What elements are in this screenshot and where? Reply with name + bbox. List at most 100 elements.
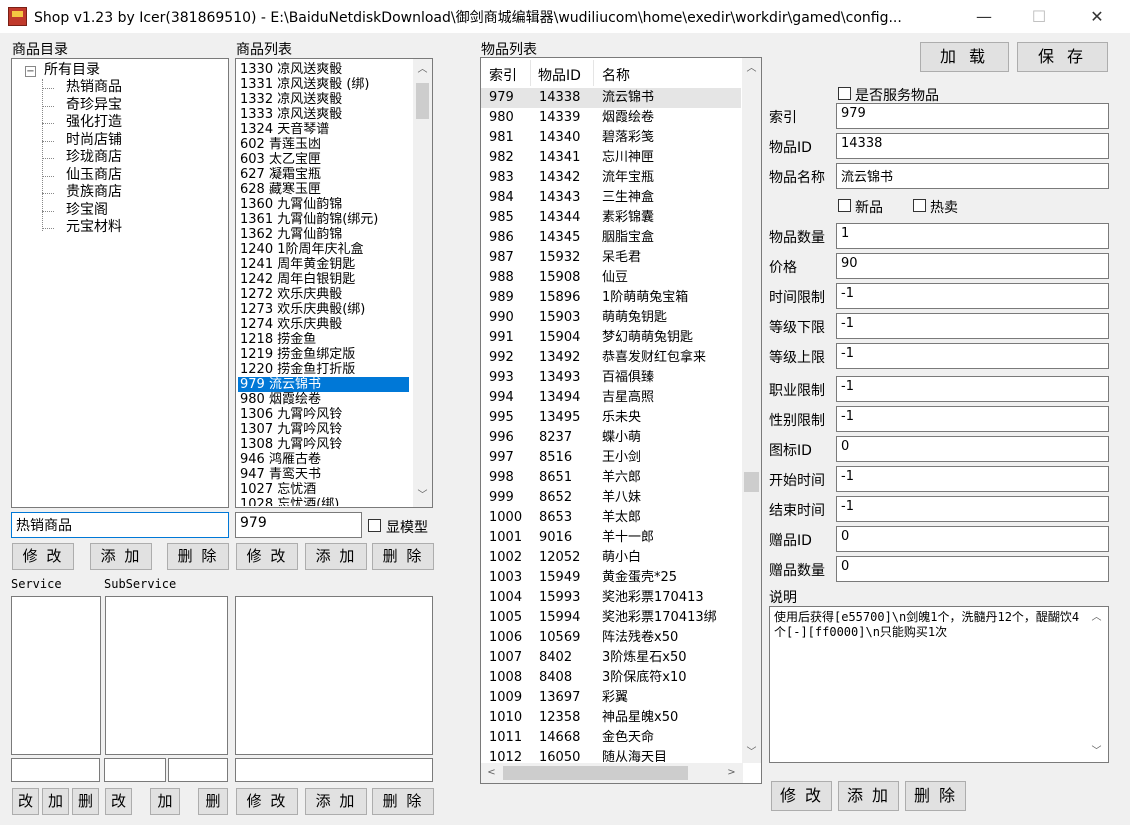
table-row[interactable]: 1008 8408 3阶保底符x10 — [481, 668, 741, 688]
subservice-edit-button[interactable]: 改 — [105, 788, 132, 815]
table-row[interactable]: 979 14338 流云锦书 — [481, 88, 741, 108]
product-list-item[interactable]: 947 青鸾天书 — [238, 467, 409, 482]
product-list-item[interactable]: 1274 欢乐庆典骰 — [238, 317, 409, 332]
table-row[interactable]: 984 14343 三生神盒 — [481, 188, 741, 208]
item-grid-vscroll[interactable]: ︿ ﹀ — [742, 58, 761, 763]
product-list-item[interactable]: 627 凝霜宝瓶 — [238, 167, 409, 182]
service-delete-button[interactable]: 删 — [72, 788, 99, 815]
product-list-item[interactable]: 1360 九霄仙韵锦 — [238, 197, 409, 212]
product-input[interactable]: 979 — [235, 512, 362, 538]
tree-item[interactable]: 时尚店铺 — [66, 132, 122, 149]
product-list-item[interactable]: 1242 周年白银钥匙 — [238, 272, 409, 287]
product-list-item[interactable]: 1308 九霄吟风铃 — [238, 437, 409, 452]
column-index[interactable]: 索引 — [489, 65, 517, 85]
table-row[interactable]: 1004 15993 奖池彩票170413 — [481, 588, 741, 608]
scroll-right-icon[interactable]: > — [723, 764, 740, 781]
product-list-item[interactable]: 1220 捞金鱼打折版 — [238, 362, 409, 377]
table-row[interactable]: 1007 8402 3阶炼星石x50 — [481, 648, 741, 668]
form-edit-button[interactable]: 修 改 — [771, 781, 832, 811]
table-row[interactable]: 1000 8653 羊太郎 — [481, 508, 741, 528]
product-list-item[interactable]: 628 藏寒玉匣 — [238, 182, 409, 197]
service-input[interactable] — [11, 758, 100, 782]
service-list[interactable] — [11, 596, 101, 755]
show-model-checkbox[interactable] — [368, 519, 381, 532]
item-id-field[interactable]: 14338 — [836, 133, 1109, 159]
column-item-id[interactable]: 物品ID — [538, 65, 581, 85]
table-row[interactable]: 1012 16050 随从海天目 — [481, 748, 741, 762]
tree-root[interactable]: 所有目录 — [44, 62, 100, 79]
product-list-item[interactable]: 979 流云锦书 — [238, 377, 409, 392]
table-row[interactable]: 991 15904 梦幻萌萌兔钥匙 — [481, 328, 741, 348]
collapse-toggle-icon[interactable]: − — [25, 66, 36, 77]
scroll-up-icon[interactable]: ︿ — [1088, 609, 1105, 626]
tree-item[interactable]: 珍宝阁 — [66, 202, 108, 219]
table-row[interactable]: 1001 9016 羊十一郎 — [481, 528, 741, 548]
service-edit-button[interactable]: 改 — [12, 788, 39, 815]
icon-id-field[interactable]: 0 — [836, 436, 1109, 462]
service-detail-input[interactable] — [235, 758, 433, 782]
product-list-item[interactable]: 1332 凉风送爽骰 — [238, 92, 409, 107]
tree-item[interactable]: 贵族商店 — [66, 184, 122, 201]
product-list-item[interactable]: 1331 凉风送爽骰 (绑) — [238, 77, 409, 92]
table-row[interactable]: 996 8237 蝶小萌 — [481, 428, 741, 448]
table-row[interactable]: 1011 14668 金色天命 — [481, 728, 741, 748]
table-row[interactable]: 986 14345 胭脂宝盒 — [481, 228, 741, 248]
subservice-input-1[interactable] — [104, 758, 166, 782]
table-row[interactable]: 988 15908 仙豆 — [481, 268, 741, 288]
table-row[interactable]: 1010 12358 神品星魄x50 — [481, 708, 741, 728]
tree-item[interactable]: 奇珍异宝 — [66, 97, 122, 114]
service-detail-add-button[interactable]: 添 加 — [305, 788, 367, 815]
table-row[interactable]: 990 15903 萌萌兔钥匙 — [481, 308, 741, 328]
product-list-item[interactable]: 1219 捞金鱼绑定版 — [238, 347, 409, 362]
table-row[interactable]: 985 14344 素彩锦囊 — [481, 208, 741, 228]
product-list-item[interactable]: 1240 1阶周年庆礼盒 — [238, 242, 409, 257]
product-list-item[interactable]: 1306 九霄吟风铃 — [238, 407, 409, 422]
product-list-item[interactable]: 1333 凉风送爽骰 — [238, 107, 409, 122]
product-list-item[interactable]: 1361 九霄仙韵锦(绑元) — [238, 212, 409, 227]
scroll-up-icon[interactable]: ︿ — [743, 60, 760, 77]
price-field[interactable]: 90 — [836, 253, 1109, 279]
table-row[interactable]: 1006 10569 阵法残卷x50 — [481, 628, 741, 648]
form-add-button[interactable]: 添 加 — [838, 781, 899, 811]
product-list-item[interactable]: 980 烟霞绘卷 — [238, 392, 409, 407]
product-list-item[interactable]: 1330 凉风送爽骰 — [238, 62, 409, 77]
product-list-item[interactable]: 602 青莲玉凼 — [238, 137, 409, 152]
table-row[interactable]: 995 13495 乐未央 — [481, 408, 741, 428]
product-list-item[interactable]: 603 太乙宝匣 — [238, 152, 409, 167]
catalog-tree[interactable]: − 所有目录 热销商品 奇珍异宝 强化打造 时尚店铺 珍珑商店 仙玉商店 贵族商店 珍宝阁 元宝… — [11, 58, 229, 508]
table-row[interactable]: 999 8652 羊八妹 — [481, 488, 741, 508]
index-field[interactable]: 979 — [836, 103, 1109, 129]
product-list-item[interactable]: 1241 周年黄金钥匙 — [238, 257, 409, 272]
product-add-button[interactable]: 添 加 — [305, 543, 367, 570]
product-list-scrollbar[interactable]: ︿ ﹀ — [413, 59, 432, 507]
tree-item[interactable]: 仙玉商店 — [66, 167, 122, 184]
service-detail-list[interactable] — [235, 596, 433, 755]
gift-qty-field[interactable]: 0 — [836, 556, 1109, 582]
service-item-checkbox[interactable] — [838, 87, 851, 100]
hscroll-thumb[interactable] — [503, 766, 688, 780]
maximize-button[interactable]: ☐ — [1010, 0, 1068, 33]
save-button[interactable]: 保 存 — [1017, 42, 1108, 72]
subservice-list[interactable] — [105, 596, 228, 755]
scroll-left-icon[interactable]: < — [483, 764, 500, 781]
product-list-item[interactable]: 946 鸿雁古卷 — [238, 452, 409, 467]
subservice-add-button[interactable]: 加 — [150, 788, 180, 815]
end-time-field[interactable]: -1 — [836, 496, 1109, 522]
tree-item[interactable]: 热销商品 — [66, 79, 122, 96]
table-row[interactable]: 981 14340 碧落彩笺 — [481, 128, 741, 148]
scroll-down-icon[interactable]: ﹀ — [1088, 743, 1105, 760]
product-list-item[interactable]: 1272 欢乐庆典骰 — [238, 287, 409, 302]
product-list-item[interactable]: 1028 忘忧酒(绑) — [238, 497, 409, 506]
product-list-item[interactable]: 1218 捞金鱼 — [238, 332, 409, 347]
product-list-item[interactable]: 1324 天音琴谱 — [238, 122, 409, 137]
table-row[interactable]: 992 13492 恭喜发财红包拿来 — [481, 348, 741, 368]
service-add-button[interactable]: 加 — [42, 788, 69, 815]
table-row[interactable]: 998 8651 羊六郎 — [481, 468, 741, 488]
service-detail-edit-button[interactable]: 修 改 — [236, 788, 298, 815]
product-list-item[interactable]: 1362 九霄仙韵锦 — [238, 227, 409, 242]
description-text[interactable]: 使用后获得[e55700]\n剑魄1个，洗髓丹12个，醍醐饮4个[-][ff00… — [774, 610, 1084, 640]
product-list-item[interactable]: 1273 欢乐庆典骰(绑) — [238, 302, 409, 317]
product-list-item[interactable]: 1307 九霄吟风铃 — [238, 422, 409, 437]
tree-item[interactable]: 珍珑商店 — [66, 149, 122, 166]
table-row[interactable]: 1003 15949 黄金蛋壳*25 — [481, 568, 741, 588]
